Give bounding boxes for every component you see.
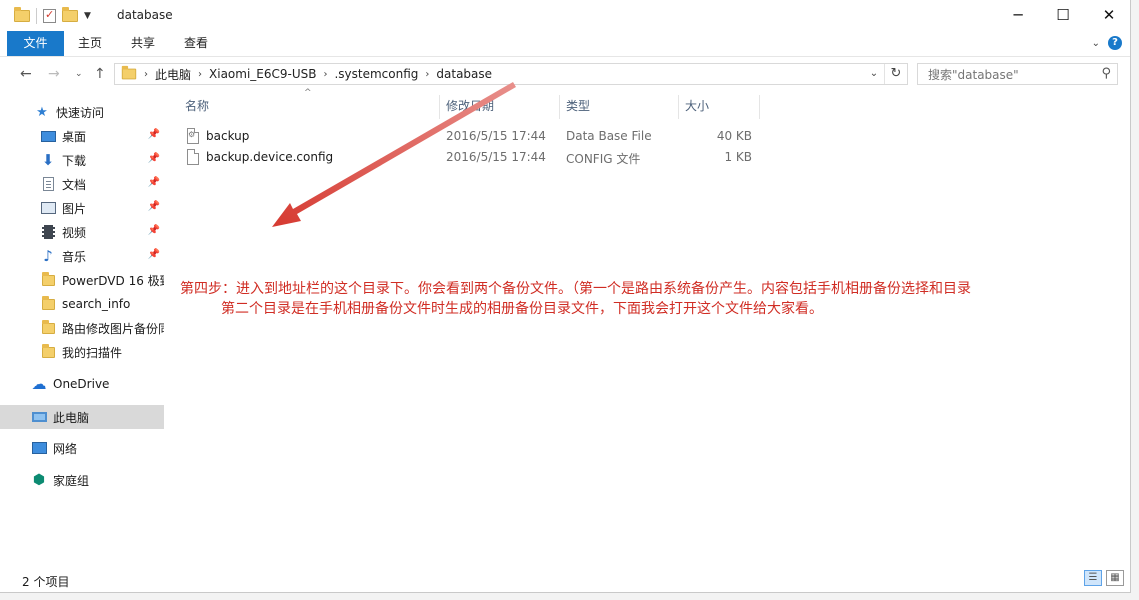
- maximize-button[interactable]: ☐: [1040, 0, 1086, 31]
- sidebar-item-homegroup[interactable]: ⬢ 家庭组: [0, 468, 164, 492]
- chevron-right-icon[interactable]: ›: [323, 69, 327, 80]
- navigation-bar: ← → ⌄ ↑ › 此电脑 › Xiaomi_E6C9-USB › .syste…: [0, 57, 1130, 91]
- back-arrow-icon[interactable]: ←: [20, 66, 32, 82]
- pin-icon: 📌: [147, 225, 160, 236]
- file-row[interactable]: backup 2016/5/15 17:44 Data Base File 40…: [180, 126, 760, 147]
- computer-icon: [31, 409, 47, 425]
- chevron-right-icon[interactable]: ›: [425, 69, 429, 80]
- sidebar-item-search-info[interactable]: search_info: [0, 292, 164, 316]
- annotation-text-line-2: 第二个目录是在手机相册备份文件时生成的相册备份目录文件，下面我会打开这个文件给大…: [221, 301, 823, 317]
- folder-icon: [40, 343, 56, 360]
- refresh-icon[interactable]: ↻: [884, 64, 907, 84]
- videos-icon: [40, 224, 56, 240]
- sidebar-item-router-backup[interactable]: 路由修改图片备份同: [0, 316, 164, 340]
- quick-access-toolbar: ▼: [14, 6, 91, 26]
- search-icon[interactable]: ⚲: [1101, 66, 1111, 81]
- database-file-icon: [187, 128, 199, 144]
- sort-ascending-icon: ^: [304, 88, 312, 98]
- recent-locations-chevron-icon[interactable]: ⌄: [75, 69, 83, 79]
- sidebar-item-quick-access[interactable]: ★ 快速访问: [0, 100, 164, 124]
- pin-icon: 📌: [147, 201, 160, 212]
- address-dropdown-chevron-icon[interactable]: ⌄: [864, 64, 884, 84]
- column-header-type[interactable]: 类型: [566, 95, 590, 119]
- breadcrumb-device[interactable]: Xiaomi_E6C9-USB: [209, 67, 316, 81]
- address-bar[interactable]: › 此电脑 › Xiaomi_E6C9-USB › .systemconfig …: [114, 63, 908, 85]
- breadcrumb-systemconfig[interactable]: .systemconfig: [334, 67, 418, 81]
- navigation-pane: ★ 快速访问 桌面 📌 ⬇ 下载 📌 文档 📌 图片 📌 视频 📌 ♪ 音乐 📌…: [0, 96, 164, 566]
- details-view-icon[interactable]: ☰: [1084, 570, 1102, 586]
- folder-icon: [121, 65, 137, 80]
- forward-arrow-icon[interactable]: →: [48, 66, 60, 82]
- status-item-count: 2 个项目: [22, 575, 70, 589]
- tab-share[interactable]: 共享: [122, 31, 164, 56]
- cloud-icon: ☁: [31, 375, 47, 393]
- view-switcher: ☰ ▦: [1084, 570, 1124, 586]
- config-file-icon: [187, 149, 199, 165]
- column-header-modified[interactable]: 修改日期: [446, 95, 494, 119]
- file-modified: 2016/5/15 17:44: [446, 150, 546, 164]
- download-icon: ⬇: [41, 151, 55, 169]
- search-box[interactable]: ⚲: [917, 63, 1118, 85]
- folder-icon: [40, 295, 56, 312]
- new-folder-icon[interactable]: [62, 7, 78, 22]
- column-header-name[interactable]: 名称: [185, 95, 209, 119]
- minimize-button[interactable]: ─: [995, 0, 1041, 31]
- sidebar-item-onedrive[interactable]: ☁ OneDrive: [0, 372, 164, 396]
- file-name: backup: [206, 129, 250, 143]
- file-size: 1 KB: [724, 150, 752, 164]
- star-icon: ★: [36, 104, 48, 120]
- file-type: Data Base File: [566, 129, 652, 143]
- file-name: backup.device.config: [206, 150, 334, 164]
- file-modified: 2016/5/15 17:44: [446, 129, 546, 143]
- sidebar-item-desktop[interactable]: 桌面 📌: [0, 124, 164, 148]
- ribbon: 文件 主页 共享 查看 ⌄ ?: [0, 31, 1130, 57]
- sidebar-item-music[interactable]: ♪ 音乐 📌: [0, 244, 164, 268]
- pictures-icon: [40, 200, 56, 216]
- large-icons-view-icon[interactable]: ▦: [1106, 570, 1124, 586]
- properties-icon[interactable]: [43, 8, 56, 23]
- music-icon: ♪: [43, 247, 53, 265]
- pin-icon: 📌: [147, 129, 160, 140]
- search-input[interactable]: [926, 66, 1100, 84]
- file-size: 40 KB: [716, 129, 752, 143]
- file-type: CONFIG 文件: [566, 152, 641, 166]
- annotation-text-line-1: 第四步：进入到地址栏的这个目录下。你会看到两个备份文件。（第一个是路由系统备份产…: [180, 281, 971, 297]
- sidebar-item-scans[interactable]: 我的扫描件: [0, 340, 164, 364]
- chevron-right-icon[interactable]: ›: [144, 69, 148, 80]
- window-title: database: [117, 8, 173, 22]
- folder-icon: [40, 271, 56, 288]
- file-row[interactable]: backup.device.config 2016/5/15 17:44 CON…: [180, 147, 760, 168]
- title-bar: ▼ database ─ ☐ ✕: [0, 0, 1130, 31]
- sidebar-item-powerdvd[interactable]: PowerDVD 16 极致: [0, 268, 164, 292]
- chevron-right-icon[interactable]: ›: [198, 69, 202, 80]
- sidebar-item-documents[interactable]: 文档 📌: [0, 172, 164, 196]
- customize-toolbar-chevron-icon[interactable]: ▼: [84, 11, 91, 21]
- folder-icon: [14, 7, 30, 22]
- tab-view[interactable]: 查看: [175, 31, 217, 56]
- tab-file[interactable]: 文件: [7, 31, 64, 56]
- help-icon[interactable]: ?: [1108, 36, 1122, 50]
- folder-icon: [40, 319, 56, 336]
- network-icon: [31, 440, 47, 456]
- pin-icon: 📌: [147, 153, 160, 164]
- sidebar-item-pictures[interactable]: 图片 📌: [0, 196, 164, 220]
- up-arrow-icon[interactable]: ↑: [94, 66, 106, 82]
- sidebar-item-videos[interactable]: 视频 📌: [0, 220, 164, 244]
- homegroup-icon: ⬢: [32, 472, 46, 488]
- desktop-icon: [40, 128, 56, 144]
- pin-icon: 📌: [147, 249, 160, 260]
- pin-icon: 📌: [147, 177, 160, 188]
- breadcrumb-database[interactable]: database: [436, 67, 492, 81]
- breadcrumb-this-pc[interactable]: 此电脑: [155, 66, 191, 83]
- sidebar-item-downloads[interactable]: ⬇ 下载 📌: [0, 148, 164, 172]
- close-button[interactable]: ✕: [1086, 0, 1130, 31]
- tab-home[interactable]: 主页: [70, 31, 110, 56]
- sidebar-item-this-pc[interactable]: 此电脑: [0, 405, 164, 429]
- column-header-size[interactable]: 大小: [685, 95, 709, 119]
- explorer-window: ▼ database ─ ☐ ✕ 文件 主页 共享 查看 ⌄ ? ← → ⌄ ↑…: [0, 0, 1131, 593]
- expand-ribbon-chevron-icon[interactable]: ⌄: [1092, 38, 1100, 49]
- sidebar-item-network[interactable]: 网络: [0, 436, 164, 460]
- documents-icon: [40, 176, 56, 192]
